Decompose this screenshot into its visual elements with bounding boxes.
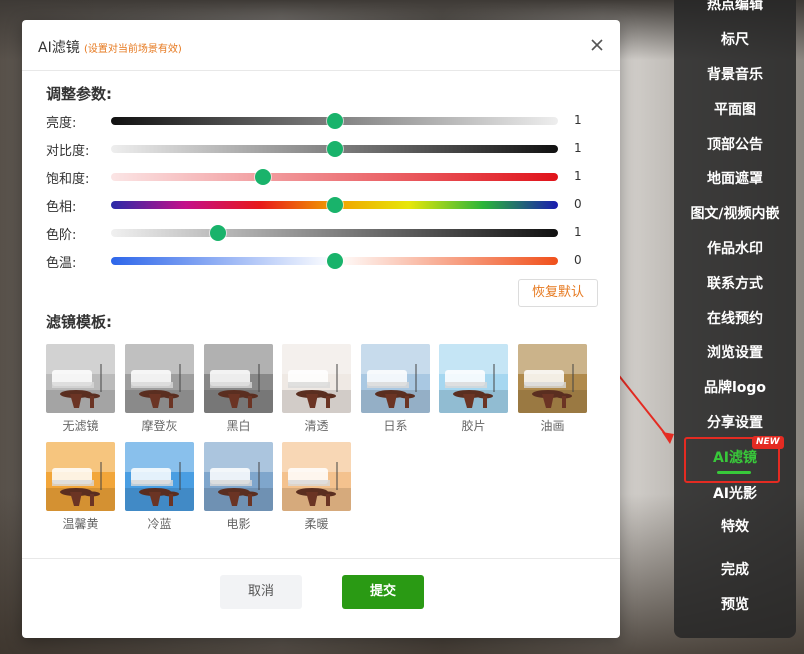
filter-label: 电影 xyxy=(226,517,251,531)
slider-track[interactable] xyxy=(111,173,558,181)
slider-value: 0 xyxy=(574,253,582,267)
side-menu-item[interactable]: 图文/视频内嵌 xyxy=(674,204,796,224)
slider-handle[interactable] xyxy=(254,169,271,185)
filter-section-title: 滤镜模板: xyxy=(46,313,112,331)
side-menu-item[interactable]: 作品水印 xyxy=(674,239,796,259)
slider-track[interactable] xyxy=(111,229,558,237)
filter-thumbnail[interactable] xyxy=(439,344,508,413)
filter-label: 无滤镜 xyxy=(62,419,99,433)
dialog-header: AI滤镜 (设置对当前场景有效) xyxy=(22,20,620,71)
filter-thumbnail[interactable] xyxy=(518,344,587,413)
side-menu-item[interactable]: 顶部公告 xyxy=(674,135,796,155)
side-menu-item[interactable]: 特效 xyxy=(674,517,796,537)
slider-label: 色阶: xyxy=(46,228,77,243)
filter-label: 柔暖 xyxy=(304,517,329,531)
side-menu-item[interactable]: 在线预约 xyxy=(674,309,796,329)
side-menu-item[interactable]: 联系方式 xyxy=(674,274,796,294)
slider-handle[interactable] xyxy=(326,113,343,129)
side-menu-item[interactable]: 浏览设置 xyxy=(674,343,796,363)
side-menu-item[interactable]: 平面图 xyxy=(674,100,796,120)
side-menu-item[interactable]: 热点编辑 xyxy=(674,0,796,15)
slider-label: 亮度: xyxy=(46,116,77,131)
slider-handle[interactable] xyxy=(326,141,343,157)
slider-value: 1 xyxy=(574,141,582,155)
slider-value: 1 xyxy=(574,113,582,127)
filter-label: 温馨黄 xyxy=(62,517,99,531)
slider-value: 1 xyxy=(574,169,582,183)
side-menu-item[interactable]: 地面遮罩 xyxy=(674,169,796,189)
filter-thumbnail[interactable] xyxy=(125,442,194,511)
side-menu-item[interactable]: 预览 xyxy=(674,595,796,615)
slider-value: 1 xyxy=(574,225,582,239)
slider-label: 对比度: xyxy=(46,144,90,159)
filter-label: 摩登灰 xyxy=(141,419,178,433)
dialog-footer-divider xyxy=(22,558,620,559)
close-icon[interactable] xyxy=(588,36,606,54)
filter-label: 冷蓝 xyxy=(147,517,172,531)
filter-label: 日系 xyxy=(383,419,408,433)
side-menu-item[interactable]: 背景音乐 xyxy=(674,65,796,85)
filter-thumbnail[interactable] xyxy=(282,344,351,413)
dialog-title: AI滤镜 xyxy=(38,40,80,56)
side-menu-item[interactable]: 标尺 xyxy=(674,30,796,50)
filter-thumbnail[interactable] xyxy=(204,442,273,511)
side-menu-item[interactable]: 完成 xyxy=(674,560,796,580)
slider-handle[interactable] xyxy=(326,197,343,213)
filter-thumbnail[interactable] xyxy=(361,344,430,413)
reset-default-button[interactable]: 恢复默认 xyxy=(518,279,598,307)
filter-label: 油画 xyxy=(540,419,565,433)
filter-thumbnail[interactable] xyxy=(204,344,273,413)
slider-handle[interactable] xyxy=(210,225,227,241)
ai-filter-dialog: AI滤镜 (设置对当前场景有效) 调整参数: 亮度: 1 对比度: 1 饱和度: 1 色相:… xyxy=(22,20,620,638)
submit-button[interactable]: 提交 xyxy=(342,575,424,609)
side-menu-item[interactable]: AI光影 xyxy=(674,484,796,504)
filter-label: 黑白 xyxy=(226,419,251,433)
filter-thumbnail[interactable] xyxy=(125,344,194,413)
filter-label: 清透 xyxy=(304,419,329,433)
filter-thumbnail[interactable] xyxy=(282,442,351,511)
slider-label: 色温: xyxy=(46,256,77,271)
slider-value: 0 xyxy=(574,197,582,211)
pointer-arrow-icon xyxy=(615,371,674,444)
dialog-subtitle: (设置对当前场景有效) xyxy=(84,44,182,55)
filter-thumbnail[interactable] xyxy=(46,344,115,413)
new-badge: NEW xyxy=(752,436,784,449)
cancel-button[interactable]: 取消 xyxy=(220,575,302,609)
filter-label: 胶片 xyxy=(461,419,486,433)
slider-label: 色相: xyxy=(46,200,77,215)
active-item-underline xyxy=(717,471,751,474)
adjust-section-title: 调整参数: xyxy=(46,85,112,103)
side-menu-item[interactable]: 品牌logo xyxy=(674,378,796,398)
slider-handle[interactable] xyxy=(326,253,343,269)
side-menu-item[interactable]: 分享设置 xyxy=(674,413,796,433)
filter-thumbnail[interactable] xyxy=(46,442,115,511)
slider-label: 饱和度: xyxy=(46,172,90,187)
